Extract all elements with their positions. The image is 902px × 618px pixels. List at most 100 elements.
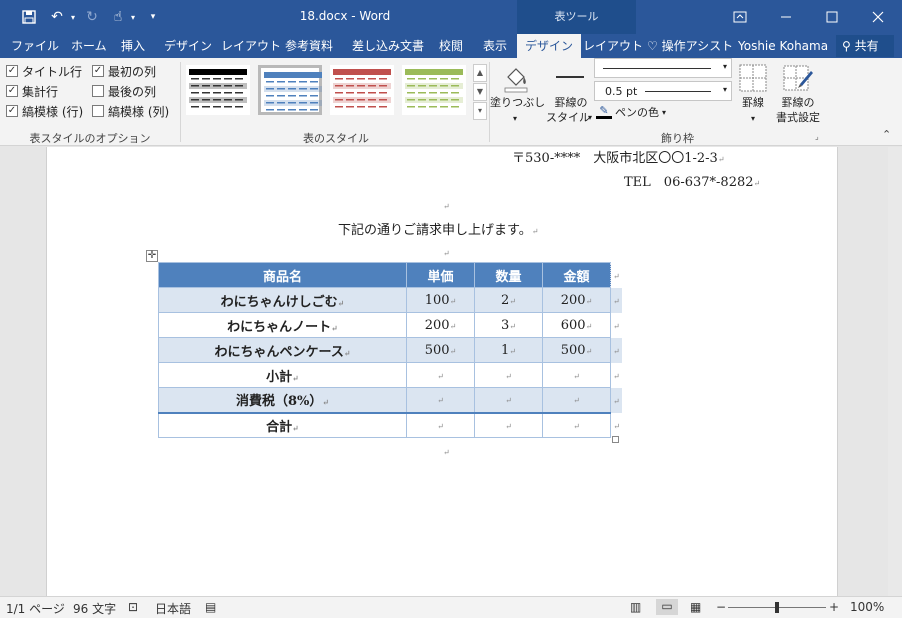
border-styles-dropdown-icon[interactable]: ▾ — [586, 111, 594, 125]
first-column-checkbox[interactable]: ✓ 最初の列 — [92, 63, 156, 79]
collapse-ribbon-icon[interactable]: ⌃ — [882, 128, 891, 141]
shading-dropdown-icon[interactable]: ▾ — [510, 112, 520, 126]
save-icon[interactable] — [18, 6, 40, 28]
table-cell-value[interactable]: 1↵ — [474, 337, 543, 363]
table-cell-value[interactable]: ↵ — [542, 362, 611, 388]
table-cell-name[interactable]: 消費税（8%）↵ — [158, 387, 407, 413]
web-layout-icon[interactable]: ▦ — [690, 600, 701, 614]
header-product[interactable]: 商品名 — [158, 262, 407, 288]
gallery-down-icon[interactable]: ▼ — [473, 83, 487, 101]
header-quantity[interactable]: 数量 — [474, 262, 543, 288]
line-weight-dropdown[interactable]: 0.5 pt ▾ — [594, 81, 732, 101]
table-style-thumbnail[interactable] — [330, 65, 394, 115]
borders-grid-icon[interactable] — [738, 63, 768, 93]
tab-insert[interactable]: 挿入 — [121, 34, 145, 58]
table-cell-value[interactable]: ↵ — [406, 387, 475, 413]
maximize-icon[interactable] — [809, 0, 855, 34]
zoom-slider-thumb[interactable] — [775, 602, 779, 613]
touch-dropdown-icon[interactable]: ▾ — [128, 6, 138, 28]
border-painter-label-2[interactable]: 書式設定 — [772, 111, 824, 125]
zoom-level[interactable]: 100% — [850, 600, 884, 614]
table-cell-name[interactable]: わにちゃんけしごむ↵ — [158, 287, 407, 313]
table-cell-value[interactable]: 100↵ — [406, 287, 475, 313]
page-count[interactable]: 1/1 ページ — [6, 600, 65, 617]
tab-mailings[interactable]: 差し込み文書 — [352, 34, 424, 58]
dialog-launcher-icon[interactable]: ⌟ — [815, 132, 819, 141]
undo-icon[interactable]: ↶ — [46, 6, 68, 28]
gallery-more-icon[interactable]: ▾ — [473, 102, 487, 120]
redo-icon[interactable]: ↻ — [82, 6, 102, 28]
last-column-checkbox[interactable]: 最後の列 — [92, 83, 156, 99]
zoom-out-icon[interactable]: − — [716, 600, 726, 614]
proofing-icon[interactable]: ⊡ — [128, 600, 138, 614]
borders-button[interactable]: 罫線 — [733, 96, 773, 110]
tab-file[interactable]: ファイル — [11, 34, 59, 58]
table-cell-value[interactable]: 500↵ — [406, 337, 475, 363]
vertical-scrollbar[interactable] — [888, 147, 902, 596]
tab-layout[interactable]: レイアウト — [221, 34, 281, 58]
table-style-thumbnail[interactable] — [402, 65, 466, 115]
share-button[interactable]: ⚲ 共有 — [836, 35, 894, 57]
tab-review[interactable]: 校閲 — [439, 34, 463, 58]
table-resize-handle-icon[interactable] — [612, 436, 619, 443]
table-cell-value[interactable]: 3↵ — [474, 312, 543, 338]
table-cell-value[interactable]: 200↵ — [542, 287, 611, 313]
table-cell-value[interactable]: ↵ — [406, 411, 475, 438]
table-cell-value[interactable]: 2↵ — [474, 287, 543, 313]
tab-references[interactable]: 参考資料 — [285, 34, 333, 58]
table-cell-value[interactable]: ↵ — [542, 411, 611, 438]
table-cell-name[interactable]: 合計↵ — [158, 411, 407, 438]
header-amount[interactable]: 金額 — [542, 262, 611, 288]
table-cell-value[interactable]: 200↵ — [406, 312, 475, 338]
user-name[interactable]: Yoshie Kohama — [738, 34, 828, 58]
table-cell-value[interactable]: ↵ — [474, 387, 543, 413]
table-cell-value[interactable]: ↵ — [542, 387, 611, 413]
table-cell-value[interactable]: ↵ — [474, 411, 543, 438]
zoom-in-icon[interactable]: + — [829, 600, 839, 614]
table-cell-value[interactable]: 600↵ — [542, 312, 611, 338]
tab-home[interactable]: ホーム — [71, 34, 107, 58]
tell-me-box[interactable]: ♡ 操作アシスト — [647, 34, 733, 58]
borders-dropdown-icon[interactable]: ▾ — [748, 112, 758, 126]
cell-text: 500 — [560, 342, 586, 358]
undo-dropdown-icon[interactable]: ▾ — [68, 6, 78, 28]
banded-rows-checkbox[interactable]: ✓ 縞模様 (行) — [6, 103, 83, 119]
cell-text: 200 — [560, 292, 586, 308]
word-count[interactable]: 96 文字 — [73, 600, 116, 617]
tab-table-design[interactable]: デザイン — [517, 34, 582, 58]
print-layout-icon[interactable]: ▭ — [656, 599, 678, 615]
minimize-icon[interactable] — [763, 0, 809, 34]
table-cell-value[interactable]: ↵ — [406, 362, 475, 388]
border-styles-label-2[interactable]: スタイル — [546, 111, 590, 125]
table-style-thumbnail[interactable] — [258, 65, 322, 115]
tab-view[interactable]: 表示 — [483, 34, 507, 58]
close-icon[interactable] — [855, 0, 901, 34]
table-style-thumbnail[interactable] — [186, 65, 250, 115]
line-style-dropdown[interactable]: ▾ — [594, 58, 732, 78]
table-cell-name[interactable]: わにちゃんノート↵ — [158, 312, 407, 338]
table-cell-value[interactable]: 500↵ — [542, 337, 611, 363]
table-move-handle-icon[interactable]: ✛ — [146, 250, 158, 262]
table-cell-name[interactable]: 小計↵ — [158, 362, 407, 388]
total-row-checkbox[interactable]: ✓ 集計行 — [6, 83, 58, 99]
gallery-up-icon[interactable]: ▲ — [473, 64, 487, 82]
banded-columns-checkbox[interactable]: 縞模様 (列) — [92, 103, 169, 119]
tab-design[interactable]: デザイン — [164, 34, 212, 58]
border-styles-label-1[interactable]: 罫線の — [546, 96, 596, 110]
header-row-checkbox[interactable]: ✓ タイトル行 — [6, 63, 82, 79]
ribbon-display-options-icon[interactable] — [717, 0, 763, 34]
tab-table-layout[interactable]: レイアウト — [583, 34, 643, 58]
customize-qat-icon[interactable]: ▾ — [146, 6, 160, 28]
read-mode-icon[interactable]: ▥ — [630, 600, 641, 614]
language[interactable]: 日本語 — [155, 600, 191, 617]
paint-bucket-icon[interactable] — [500, 63, 530, 93]
table-cell-name[interactable]: わにちゃんペンケース↵ — [158, 337, 407, 363]
header-unit-price[interactable]: 単価 — [406, 262, 475, 288]
macro-icon[interactable]: ▤ — [205, 600, 216, 614]
shading-button[interactable]: 塗りつぶし — [490, 96, 545, 110]
touch-mode-icon[interactable]: ☝ — [108, 6, 128, 28]
pen-color-button[interactable]: ✎ ペンの色 ▾ — [596, 104, 666, 120]
border-painter-icon[interactable] — [782, 62, 814, 94]
border-painter-label-1[interactable]: 罫線の — [776, 96, 820, 110]
table-cell-value[interactable]: ↵ — [474, 362, 543, 388]
